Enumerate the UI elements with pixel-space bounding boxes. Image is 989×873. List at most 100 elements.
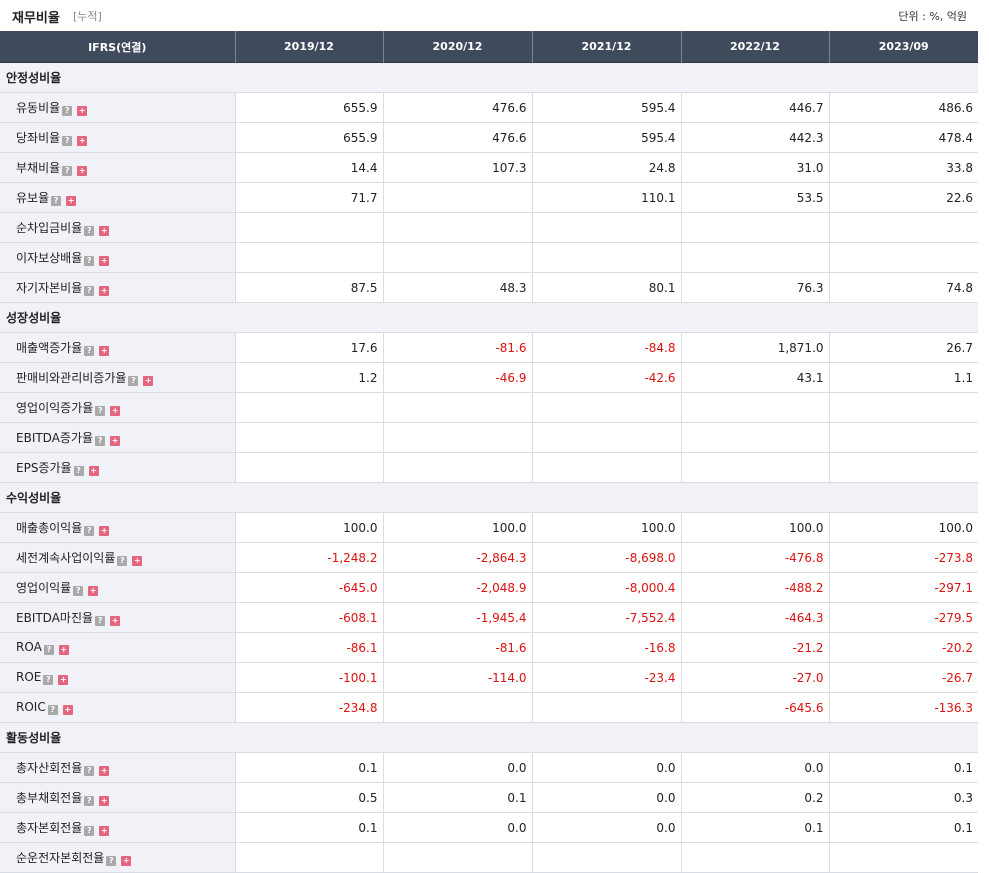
plus-icon[interactable]: + bbox=[77, 166, 88, 176]
table-row: 당좌비율? +655.9 476.6 595.4 442.3 478.4 bbox=[0, 122, 978, 153]
plus-icon[interactable]: + bbox=[110, 616, 121, 626]
plus-icon[interactable]: + bbox=[99, 256, 110, 266]
question-icon[interactable]: ? bbox=[84, 346, 95, 356]
table-row: 유보율? +71.7 110.1 53.5 22.6 bbox=[0, 182, 978, 213]
value-cell bbox=[382, 842, 532, 873]
value-cell: -7,552.4 bbox=[531, 602, 681, 633]
plus-icon[interactable]: + bbox=[99, 826, 110, 836]
row-label-cell: 영업이익률? + bbox=[0, 572, 235, 603]
question-icon[interactable]: ? bbox=[106, 856, 117, 866]
value-cell: -8,000.4 bbox=[531, 572, 681, 603]
row-label-cell: 판매비와관리비증가율? + bbox=[0, 362, 235, 393]
value-cell: -23.4 bbox=[531, 662, 681, 693]
value-cell: -114.0 bbox=[382, 662, 532, 693]
value-cell bbox=[828, 242, 978, 273]
question-icon[interactable]: ? bbox=[43, 675, 54, 685]
unit-label: 단위 : %, 억원 bbox=[898, 10, 967, 23]
question-icon[interactable]: ? bbox=[62, 106, 73, 116]
row-label: 자기자본비율 bbox=[16, 281, 83, 295]
plus-icon[interactable]: + bbox=[99, 766, 110, 776]
value-cell: 442.3 bbox=[680, 122, 829, 153]
question-icon[interactable]: ? bbox=[95, 616, 106, 626]
value-cell: 0.1 bbox=[828, 812, 978, 843]
table-row: EBITDA마진율? + -608.1 -1,945.4 -7,552.4 -464.3-… bbox=[0, 602, 978, 633]
panel-header: 재무비율 [누적] 단위 : %, 억원 bbox=[0, 0, 989, 31]
question-icon[interactable]: ? bbox=[95, 436, 106, 446]
plus-icon[interactable]: + bbox=[77, 106, 88, 116]
plus-icon[interactable]: + bbox=[121, 856, 132, 866]
value-cell: 1,871.0 bbox=[680, 332, 829, 363]
row-label: ROIC bbox=[16, 700, 46, 714]
value-cell: -2,864.3 bbox=[382, 542, 532, 573]
plus-icon[interactable]: + bbox=[132, 556, 143, 566]
value-cell: -8,698.0 bbox=[531, 542, 681, 573]
plus-icon[interactable]: + bbox=[58, 645, 69, 655]
question-icon[interactable]: ? bbox=[95, 406, 106, 416]
question-icon[interactable]: ? bbox=[84, 256, 95, 266]
plus-icon[interactable]: + bbox=[88, 586, 99, 596]
value-cell bbox=[382, 212, 532, 243]
row-label: 이자보상배율 bbox=[16, 251, 83, 265]
plus-icon[interactable]: + bbox=[62, 705, 73, 715]
question-icon[interactable]: ? bbox=[128, 376, 139, 386]
plus-icon[interactable]: + bbox=[99, 796, 110, 806]
table-body: 안정성비율 유동비율? +655.9 476.6 595.4 446.7 486.6 당좌비율… bbox=[0, 62, 978, 873]
question-icon[interactable]: ? bbox=[84, 796, 95, 806]
plus-icon[interactable]: + bbox=[99, 226, 110, 236]
value-cell bbox=[234, 842, 383, 873]
column-header-period: 2023/09 bbox=[828, 31, 978, 63]
table-row: 매출액증가율? +17.6 -81.6 -84.8 1,871.0 26.7 bbox=[0, 332, 978, 363]
question-icon[interactable]: ? bbox=[62, 166, 73, 176]
question-icon[interactable]: ? bbox=[73, 586, 84, 596]
question-icon[interactable]: ? bbox=[73, 466, 84, 476]
table-row: EPS증가율? + bbox=[0, 452, 978, 483]
value-cell: 100.0 bbox=[828, 512, 978, 543]
question-icon[interactable]: ? bbox=[84, 826, 95, 836]
value-cell: 100.0 bbox=[382, 512, 532, 543]
plus-icon[interactable]: + bbox=[77, 136, 88, 146]
value-cell bbox=[680, 842, 829, 873]
value-cell: 655.9 bbox=[234, 122, 383, 153]
plus-icon[interactable]: + bbox=[88, 466, 99, 476]
value-cell: 53.5 bbox=[680, 182, 829, 213]
plus-icon[interactable]: + bbox=[99, 526, 110, 536]
question-icon[interactable]: ? bbox=[51, 196, 62, 206]
question-icon[interactable]: ? bbox=[84, 526, 95, 536]
value-cell: 22.6 bbox=[828, 182, 978, 213]
row-label-cell: 당좌비율? + bbox=[0, 122, 235, 153]
value-cell: 0.1 bbox=[382, 782, 532, 813]
table-row: 총자본회전율? +0.1 0.0 0.0 0.1 0.1 bbox=[0, 812, 978, 843]
question-icon[interactable]: ? bbox=[43, 645, 54, 655]
section-fill bbox=[235, 722, 978, 753]
value-cell: -81.6 bbox=[382, 632, 532, 663]
plus-icon[interactable]: + bbox=[66, 196, 77, 206]
plus-icon[interactable]: + bbox=[110, 436, 121, 446]
plus-icon[interactable]: + bbox=[99, 286, 110, 296]
table-row: 자기자본비율? +87.5 48.3 80.1 76.3 74.8 bbox=[0, 272, 978, 303]
question-icon[interactable]: ? bbox=[47, 705, 58, 715]
value-cell: 26.7 bbox=[828, 332, 978, 363]
question-icon[interactable]: ? bbox=[84, 286, 95, 296]
value-cell: 0.0 bbox=[680, 752, 829, 783]
value-cell: 17.6 bbox=[234, 332, 383, 363]
value-cell bbox=[234, 422, 383, 453]
row-label: ROE bbox=[16, 670, 42, 684]
plus-icon[interactable]: + bbox=[143, 376, 154, 386]
plus-icon[interactable]: + bbox=[110, 406, 121, 416]
table-row: 순차입금비율? + bbox=[0, 212, 978, 243]
question-icon[interactable]: ? bbox=[84, 766, 95, 776]
question-icon[interactable]: ? bbox=[117, 556, 128, 566]
question-icon[interactable]: ? bbox=[84, 226, 95, 236]
value-cell: 33.8 bbox=[828, 152, 978, 183]
value-cell bbox=[531, 692, 681, 723]
plus-icon[interactable]: + bbox=[58, 675, 69, 685]
value-cell: -476.8 bbox=[680, 542, 829, 573]
value-cell bbox=[382, 182, 532, 213]
row-label: 매출총이익율 bbox=[16, 521, 83, 535]
plus-icon[interactable]: + bbox=[99, 346, 110, 356]
question-icon[interactable]: ? bbox=[62, 136, 73, 146]
value-cell bbox=[680, 422, 829, 453]
row-label-cell: 유보율? + bbox=[0, 182, 235, 213]
value-cell: -26.7 bbox=[828, 662, 978, 693]
value-cell: -488.2 bbox=[680, 572, 829, 603]
